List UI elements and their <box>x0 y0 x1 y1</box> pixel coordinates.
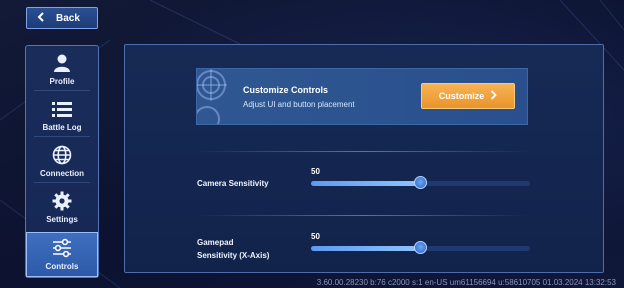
slider-fill <box>311 246 421 251</box>
slider-thumb[interactable] <box>413 241 427 254</box>
sidebar-item-connection[interactable]: Connection <box>26 138 98 183</box>
sidebar-item-label: Battle Log <box>42 123 82 132</box>
sliders-icon <box>51 237 73 259</box>
slider-thumb[interactable] <box>413 176 427 189</box>
build-info-text: 3.60.00.28230 b:76 c2000 s:1 en-US um611… <box>316 278 616 287</box>
sidebar-item-label: Connection <box>40 169 84 178</box>
gamepad-sensitivity-slider[interactable] <box>311 241 530 254</box>
sidebar-item-label: Controls <box>45 262 79 271</box>
customize-button-label: Customize <box>438 91 485 101</box>
chevron-left-icon <box>37 11 46 25</box>
gamepad-sensitivity-value: 50 <box>311 232 320 241</box>
sidebar-item-label: Profile <box>49 77 75 86</box>
gamepad-sensitivity-label: Gamepad Sensitivity (X-Axis) <box>197 238 270 260</box>
customize-controls-card: Customize Controls Adjust UI and button … <box>196 68 528 125</box>
person-icon <box>51 52 73 74</box>
list-icon <box>51 98 73 120</box>
sidebar-item-settings[interactable]: Settings <box>26 184 98 229</box>
slider-fill <box>311 181 421 186</box>
crosshair-emblem-icon <box>197 69 237 124</box>
divider <box>196 151 530 152</box>
camera-sensitivity-value: 50 <box>311 167 320 176</box>
customize-button[interactable]: Customize <box>421 83 515 109</box>
camera-sensitivity-label: Camera Sensitivity <box>197 179 269 188</box>
chevron-right-icon <box>490 90 498 102</box>
camera-sensitivity-slider[interactable] <box>311 176 530 189</box>
sidebar-item-controls[interactable]: Controls <box>26 232 98 277</box>
sidebar-item-battle-log[interactable]: Battle Log <box>26 92 98 137</box>
customize-subtitle: Adjust UI and button placement <box>243 100 355 109</box>
back-label: Back <box>56 12 80 24</box>
gear-icon <box>51 190 73 212</box>
sidebar: Profile Battle Log Connection Settings C… <box>25 45 99 278</box>
divider <box>196 215 530 216</box>
back-button[interactable]: Back <box>26 7 98 29</box>
sidebar-item-label: Settings <box>46 215 78 224</box>
globe-icon <box>51 144 73 166</box>
customize-title: Customize Controls <box>243 85 329 95</box>
sidebar-item-profile[interactable]: Profile <box>26 46 98 91</box>
